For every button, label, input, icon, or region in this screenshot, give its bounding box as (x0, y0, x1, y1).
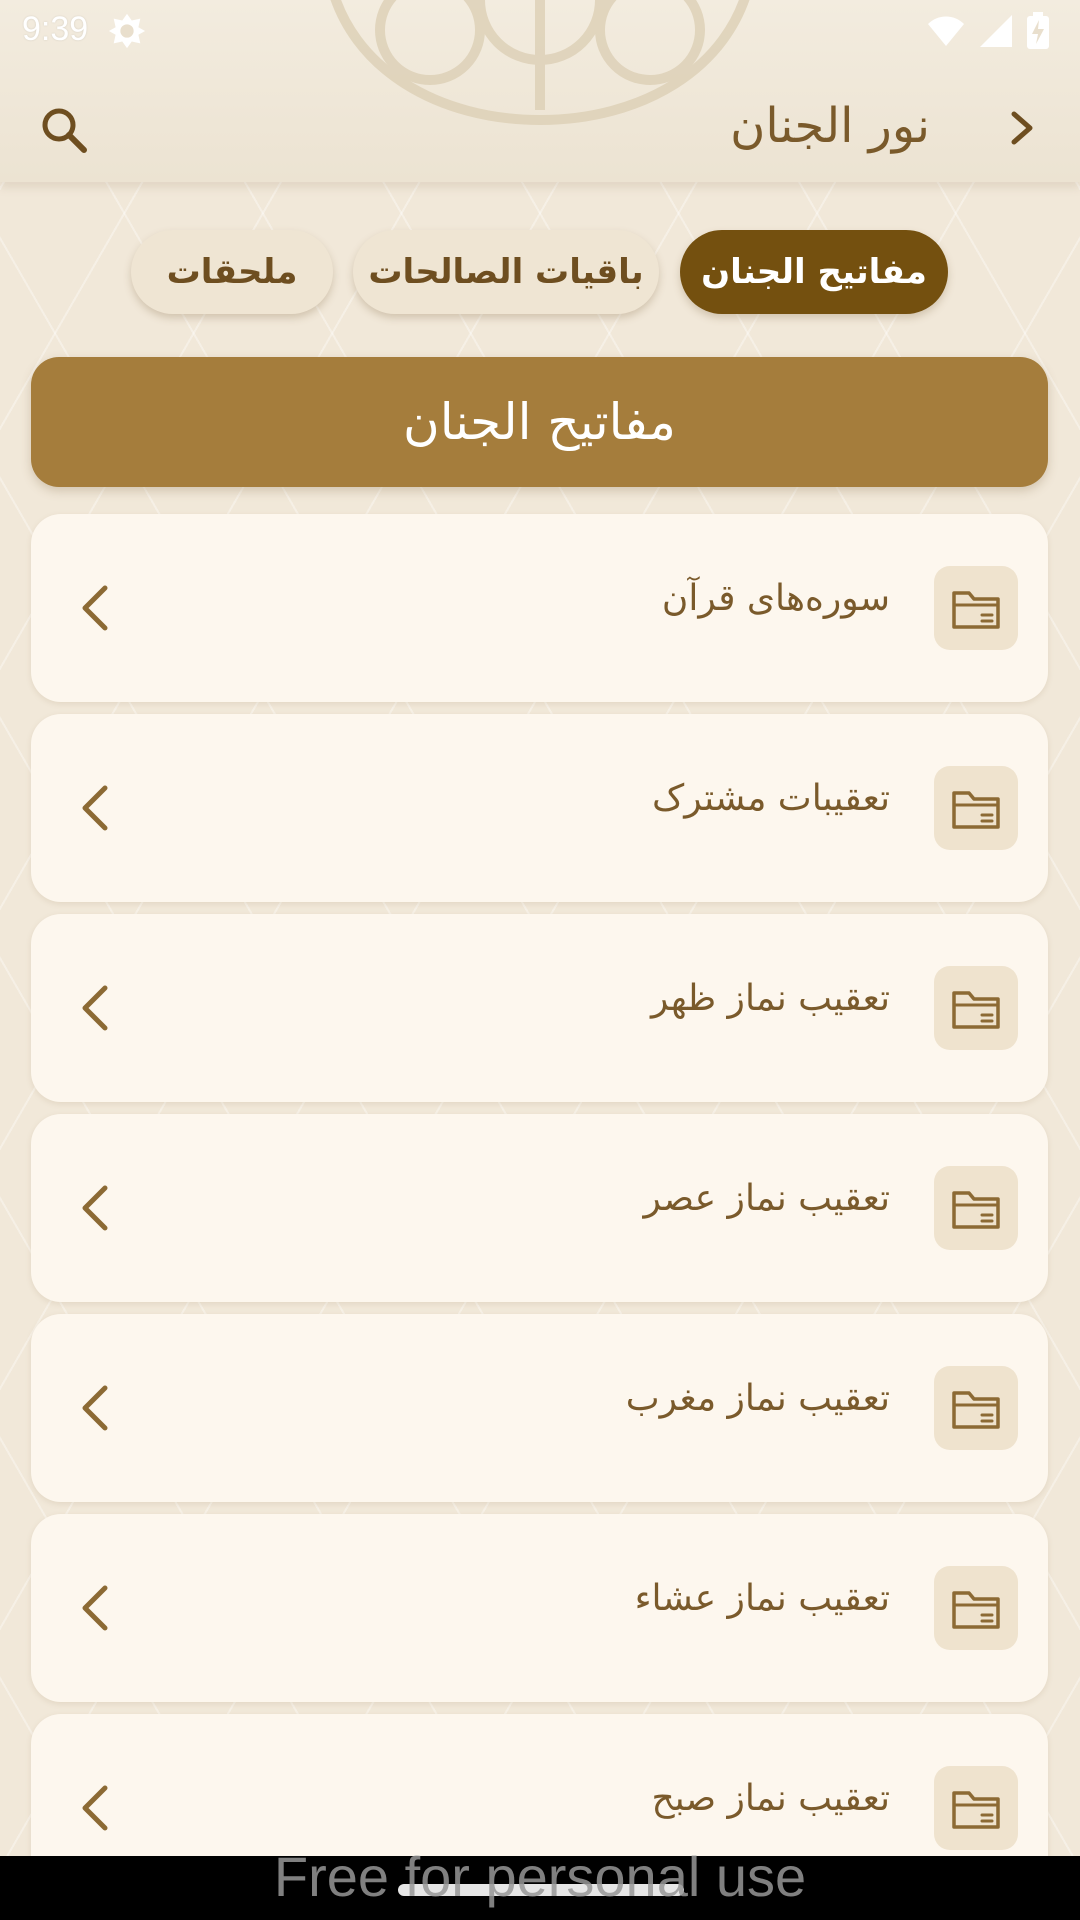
list-item[interactable]: تعقیب نماز ظهر (31, 914, 1048, 1102)
folder-icon (934, 1566, 1018, 1650)
chevron-right-icon[interactable] (1004, 110, 1040, 146)
folder-icon (934, 1166, 1018, 1250)
section-title: مفاتیح الجنان (31, 357, 1048, 487)
chevron-left-icon (71, 1582, 123, 1634)
folder-icon (934, 766, 1018, 850)
list-item[interactable]: سوره‌های قرآن (31, 514, 1048, 702)
chevron-left-icon (71, 782, 123, 834)
chevron-left-icon (71, 1782, 123, 1834)
folder-icon (934, 1766, 1018, 1850)
list-item-label: تعقیب نماز ظهر (651, 978, 890, 1019)
folder-icon (934, 566, 1018, 650)
signal-icon (980, 15, 1012, 47)
tab-molhaqat[interactable]: ملحقات (131, 230, 333, 314)
list-item-label: تعقیب نماز عشاء (634, 1578, 890, 1619)
search-icon[interactable] (38, 104, 90, 156)
status-icons (926, 12, 1050, 50)
list-item[interactable]: تعقیب نماز عصر (31, 1114, 1048, 1302)
chevron-left-icon (71, 1382, 123, 1434)
wifi-icon (928, 16, 964, 46)
chevron-left-icon (71, 982, 123, 1034)
list-item-label: تعقیب نماز صبح (651, 1778, 890, 1819)
list-item-label: سوره‌های قرآن (661, 578, 890, 619)
folder-icon (934, 1366, 1018, 1450)
list-item[interactable]: تعقیبات مشترک (31, 714, 1048, 902)
tab-mafatih[interactable]: مفاتیح الجنان (680, 230, 948, 314)
list-item[interactable]: تعقیب نماز مغرب (31, 1314, 1048, 1502)
notification-badge-icon (108, 13, 146, 49)
list-item-label: تعقیب نماز مغرب (625, 1378, 890, 1419)
chevron-left-icon (71, 1182, 123, 1234)
chevron-left-icon (71, 582, 123, 634)
battery-charging-icon (1027, 12, 1049, 49)
status-bar: 9:39 (0, 0, 1080, 62)
list-item[interactable]: تعقیب نماز عشاء (31, 1514, 1048, 1702)
watermark-text: Free for personal use (273, 1845, 807, 1908)
app-title: نور الجنان (730, 98, 930, 154)
tab-bar: مفاتیح الجنان باقیات الصالحات ملحقات (0, 230, 1080, 316)
list-item-label: تعقیب نماز عصر (643, 1178, 890, 1219)
tab-baqiyat[interactable]: باقیات الصالحات (353, 230, 659, 314)
status-time: 9:39 (22, 10, 89, 48)
folder-icon (934, 966, 1018, 1050)
list-item-label: تعقیبات مشترک (652, 778, 890, 819)
